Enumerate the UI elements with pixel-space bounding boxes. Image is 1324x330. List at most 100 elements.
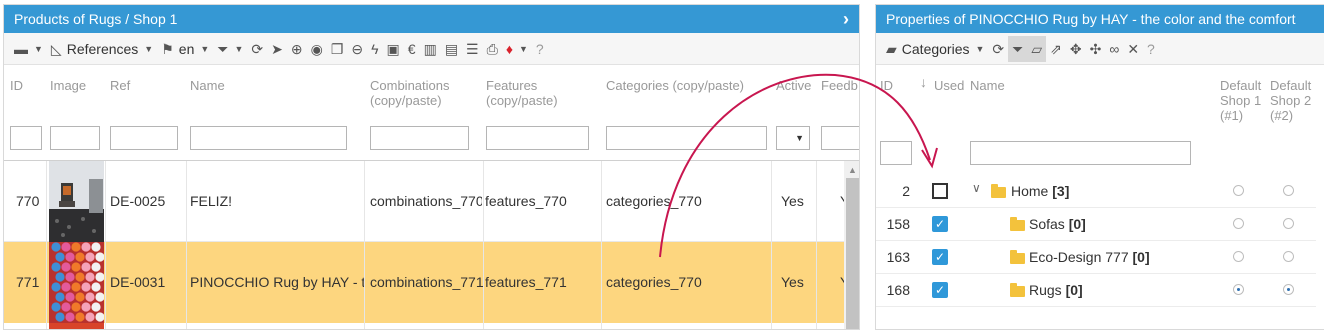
column-header-id[interactable]: ID (10, 78, 23, 93)
filter-ref-input[interactable] (110, 126, 178, 150)
felt-ball (55, 272, 65, 282)
column-header-combinations[interactable]: Combinations (copy/paste) (370, 78, 480, 108)
column-header-name[interactable]: Name (190, 78, 225, 93)
properties-panel-title: Properties of PINOCCHIO Rug by HAY - the… (886, 11, 1296, 27)
default-shop1-radio[interactable] (1233, 218, 1244, 229)
default-shop1-radio[interactable] (1233, 284, 1244, 295)
filter-name-input[interactable] (970, 141, 1191, 165)
table-row[interactable]: 770 DE-0025 FELIZ! combinations_770 feat… (4, 161, 844, 242)
filter-image-input[interactable] (50, 126, 100, 150)
export-csv-button[interactable]: ▤ (441, 36, 462, 62)
premium-menu-button[interactable]: ♦ ▼ (502, 36, 532, 62)
delete-button[interactable]: ⊖ (347, 36, 367, 62)
filter-features-input[interactable] (486, 126, 589, 150)
felt-ball (61, 282, 71, 292)
filter-toggle-button[interactable]: ⏷ (1008, 35, 1028, 62)
column-header-feedback[interactable]: Feedb (821, 78, 858, 93)
filter-categories-input[interactable] (606, 126, 767, 150)
sort-arrow-icon[interactable]: ↓ (920, 75, 927, 90)
column-header-active[interactable]: Active (776, 78, 811, 93)
unlink-button[interactable]: ✕ (1123, 36, 1143, 62)
row-combinations[interactable]: combinations_770 (370, 193, 482, 209)
filter-feedback-input[interactable] (821, 126, 859, 150)
chevron-down-icon: ▼ (795, 133, 804, 143)
default-shop2-radio[interactable] (1283, 185, 1294, 196)
barcode-button[interactable]: ▥ (420, 36, 441, 62)
add-product-button[interactable]: ⊕ (287, 36, 307, 62)
list-button[interactable]: ☰ (462, 36, 483, 62)
category-row-eco-design[interactable]: 163 ✓ Eco-Design 777 [0] (876, 241, 1316, 274)
add-stock-button[interactable]: ▣ (383, 36, 404, 62)
quick-action-button[interactable]: ϟ (367, 36, 382, 62)
column-header-default-shop2[interactable]: Default Shop 2 (#2) (1270, 78, 1316, 123)
default-shop1-radio[interactable] (1233, 251, 1244, 262)
column-header-features[interactable]: Features (copy/paste) (486, 78, 596, 108)
column-header-used[interactable]: Used (934, 78, 964, 93)
refresh-button[interactable]: ⟳ (247, 36, 267, 62)
open-external-button[interactable]: ⇗ (1046, 36, 1066, 62)
open-folder-button[interactable]: ▱ (1027, 35, 1047, 62)
used-checkbox[interactable]: ✓ (932, 249, 948, 265)
felt-ball (51, 302, 61, 312)
filter-id-input[interactable] (10, 126, 42, 150)
row-features[interactable]: features_771 (485, 274, 598, 290)
refresh-button[interactable]: ⟳ (988, 36, 1008, 62)
scrollbar-thumb[interactable] (846, 178, 859, 329)
row-categories[interactable]: categories_770 (606, 193, 702, 209)
references-menu-button[interactable]: ◺ References ▼ (47, 36, 157, 62)
scroll-up-icon[interactable]: ▲ (848, 165, 857, 175)
row-categories[interactable]: categories_770 (606, 274, 702, 290)
link-button[interactable]: ∞ (1105, 36, 1123, 62)
filter-combinations-input[interactable] (370, 126, 469, 150)
columns-menu-button[interactable]: ▬ ▼ (10, 36, 47, 62)
default-shop2-radio[interactable] (1283, 251, 1294, 262)
category-row-home[interactable]: 2 ∨ Home [3] (876, 175, 1316, 208)
table-row-partial (4, 323, 844, 329)
price-button[interactable]: € (404, 36, 420, 62)
chevron-down-icon: ▼ (518, 43, 528, 54)
select-button[interactable]: ➤ (267, 36, 287, 62)
default-shop2-radio[interactable] (1283, 284, 1294, 295)
felt-ball (71, 282, 81, 292)
row-combinations[interactable]: combinations_771 (370, 274, 483, 290)
category-count: [0] (1065, 282, 1083, 298)
add-image-button[interactable]: ◉ (307, 36, 327, 62)
column-header-name[interactable]: Name (970, 78, 1005, 93)
filter-name-input[interactable] (190, 126, 347, 150)
collapse-all-button[interactable]: ✣ (1086, 36, 1106, 62)
filter-active-select[interactable]: ▼ (776, 126, 810, 150)
default-shop2-radio[interactable] (1283, 218, 1294, 229)
felt-ball (75, 312, 85, 322)
help-button[interactable]: ? (532, 36, 548, 62)
felt-ball (81, 302, 91, 312)
column-header-categories[interactable]: Categories (copy/paste) (606, 78, 744, 93)
categories-menu-button[interactable]: ▰ Categories ▼ (882, 36, 988, 62)
category-name: Sofas [0] (1029, 216, 1086, 232)
help-button[interactable]: ? (1143, 36, 1159, 62)
felt-ball (75, 252, 85, 262)
filter-menu-button[interactable]: ⏷ ▼ (213, 36, 247, 62)
row-features[interactable]: features_770 (485, 193, 597, 209)
column-divider (601, 161, 602, 329)
expand-all-button[interactable]: ✥ (1066, 36, 1086, 62)
collapse-panel-icon[interactable]: › (843, 5, 849, 33)
column-header-ref[interactable]: Ref (110, 78, 130, 93)
category-row-rugs[interactable]: 168 ✓ Rugs [0] (876, 274, 1316, 307)
category-row-sofas[interactable]: 158 ✓ Sofas [0] (876, 208, 1316, 241)
language-menu-button[interactable]: ⚑ en ▼ (157, 36, 213, 62)
column-header-id[interactable]: ID (880, 78, 893, 93)
table-row-selected[interactable]: 771 DE-0031 PINOCCHIO Rug by HAY - the c… (4, 242, 844, 323)
chevron-down-icon: ▼ (200, 43, 210, 54)
default-shop1-radio[interactable] (1233, 185, 1244, 196)
used-checkbox[interactable]: ✓ (932, 282, 948, 298)
print-button[interactable]: ⎙ (483, 36, 502, 62)
filter-id-input[interactable] (880, 141, 912, 165)
chevron-down-icon[interactable]: ∨ (972, 181, 981, 195)
column-header-image[interactable]: Image (50, 78, 86, 93)
felt-ball (61, 262, 71, 272)
used-checkbox[interactable] (932, 183, 948, 199)
column-header-default-shop1[interactable]: Default Shop 1 (#1) (1220, 78, 1266, 123)
used-checkbox[interactable]: ✓ (932, 216, 948, 232)
duplicate-button[interactable]: ❐ (327, 36, 348, 62)
help-icon: ? (1147, 40, 1155, 57)
